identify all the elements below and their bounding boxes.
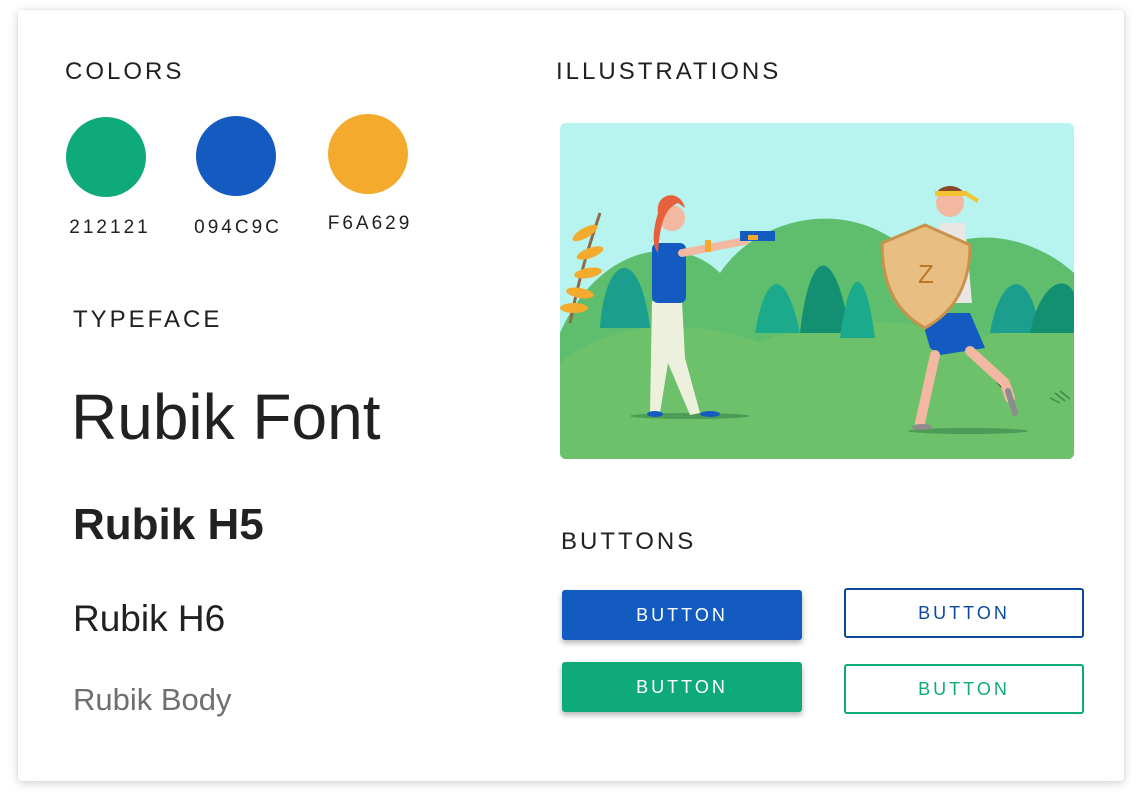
secondary-outline-button[interactable]: BUTTON bbox=[844, 664, 1084, 714]
style-guide-card: COLORS 212121 094C9C F6A629 TYPEFACE Rub… bbox=[18, 10, 1124, 781]
secondary-filled-button[interactable]: BUTTON bbox=[562, 662, 802, 712]
color-swatch-label: 094C9C bbox=[194, 217, 282, 238]
illustration-image: Z bbox=[560, 123, 1074, 459]
illustrations-title: ILLUSTRATIONS bbox=[556, 58, 782, 85]
color-swatch-label: F6A629 bbox=[327, 213, 413, 234]
typeface-h6-sample: Rubik H6 bbox=[73, 598, 226, 639]
color-swatch-label: 212121 bbox=[69, 217, 151, 238]
color-swatch-orange bbox=[328, 114, 408, 194]
typeface-h5-sample: Rubik H5 bbox=[73, 500, 264, 549]
buttons-title: BUTTONS bbox=[561, 528, 697, 555]
primary-outline-button[interactable]: BUTTON bbox=[844, 588, 1084, 638]
typeface-title: TYPEFACE bbox=[73, 306, 223, 333]
primary-filled-button[interactable]: BUTTON bbox=[562, 590, 802, 640]
color-swatch-green bbox=[66, 117, 146, 197]
colors-title: COLORS bbox=[65, 58, 185, 85]
shield-letter: Z bbox=[918, 259, 934, 289]
typeface-display-sample: Rubik Font bbox=[71, 381, 381, 453]
typeface-body-sample: Rubik Body bbox=[73, 682, 232, 717]
color-swatch-blue bbox=[196, 116, 276, 196]
